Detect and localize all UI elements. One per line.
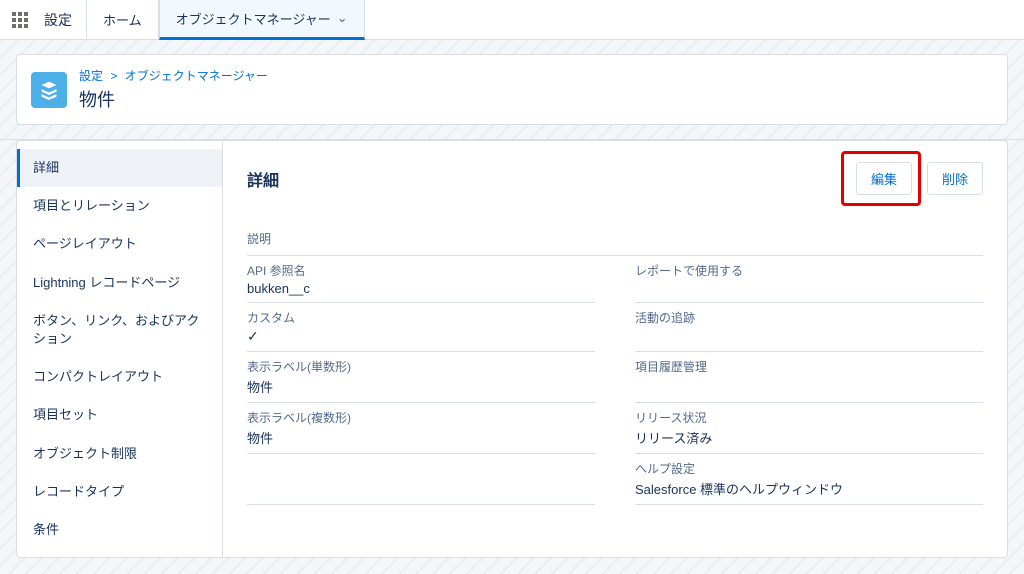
field-track-activities: 活動の追跡	[635, 303, 983, 352]
app-launcher-icon[interactable]	[0, 12, 40, 28]
main-title: 詳細	[247, 167, 279, 191]
sidebar-item-label: オブジェクト制限	[33, 446, 137, 461]
tab-home-label: ホーム	[103, 10, 142, 29]
sidebar-item-label: ボタン、リンク、およびアクション	[33, 313, 199, 346]
field-label: 項目履歴管理	[635, 358, 983, 375]
body-region: 詳細 項目とリレーション ページレイアウト Lightning レコードページ …	[0, 140, 1024, 574]
field-api-name: API 参照名 bukken__c	[247, 256, 595, 303]
field-label: 表示ラベル(複数形)	[247, 409, 595, 426]
field-label: 活動の追跡	[635, 309, 983, 326]
edit-button[interactable]: 編集	[856, 162, 912, 195]
breadcrumb: 設定 > オブジェクトマネージャー	[79, 67, 268, 84]
sidebar-item-label: 項目セット	[33, 407, 98, 422]
delete-button[interactable]: 削除	[927, 162, 983, 195]
tab-home[interactable]: ホーム	[86, 0, 159, 40]
brand-label: 設定	[40, 10, 86, 30]
field-deployment-status: リリース状況 リリース済み	[635, 403, 983, 454]
field-value: Salesforce 標準のヘルプウィンドウ	[635, 479, 983, 498]
field-plural-label: 表示ラベル(複数形) 物件	[247, 403, 595, 454]
field-description: 説明	[247, 224, 983, 256]
empty-cell	[247, 454, 595, 505]
sidebar-item-buttons-links-actions[interactable]: ボタン、リンク、およびアクション	[17, 302, 222, 358]
button-row: 編集 削除	[841, 151, 983, 206]
sidebar-item-label: 項目とリレーション	[33, 198, 150, 213]
field-label: API 参照名	[247, 262, 595, 279]
breadcrumb-root[interactable]: 設定	[79, 69, 103, 83]
field-label: ヘルプ設定	[635, 460, 983, 477]
check-icon: ✓	[247, 328, 595, 345]
detail-grid: 説明 API 参照名 bukken__c レポートで使用する カスタム ✓ 活動…	[247, 224, 983, 505]
sidebar-item-conditions[interactable]: 条件	[17, 511, 222, 549]
sidebar-item-fields[interactable]: 項目とリレーション	[17, 187, 222, 225]
sidebar-item-record-types[interactable]: レコードタイプ	[17, 473, 222, 511]
page-title: 物件	[79, 86, 268, 112]
sidebar-item-details[interactable]: 詳細	[17, 149, 222, 187]
field-help-settings: ヘルプ設定 Salesforce 標準のヘルプウィンドウ	[635, 454, 983, 505]
sidebar-item-object-limits[interactable]: オブジェクト制限	[17, 435, 222, 473]
field-label: 表示ラベル(単数形)	[247, 358, 595, 375]
sidebar-item-page-layouts[interactable]: ページレイアウト	[17, 225, 222, 263]
field-track-field-history: 項目履歴管理	[635, 352, 983, 403]
sidebar-item-field-sets[interactable]: 項目セット	[17, 396, 222, 434]
sidebar-item-label: 詳細	[33, 160, 59, 175]
sidebar: 詳細 項目とリレーション ページレイアウト Lightning レコードページ …	[17, 141, 223, 557]
field-enable-reports: レポートで使用する	[635, 256, 983, 303]
sidebar-item-compact-layouts[interactable]: コンパクトレイアウト	[17, 358, 222, 396]
sidebar-item-lightning-pages[interactable]: Lightning レコードページ	[17, 264, 222, 302]
field-singular-label: 表示ラベル(単数形) 物件	[247, 352, 595, 403]
page-header-region: 設定 > オブジェクトマネージャー 物件	[0, 40, 1024, 140]
field-value: リリース済み	[635, 428, 983, 447]
field-value: 物件	[247, 428, 595, 447]
sidebar-item-label: コンパクトレイアウト	[33, 369, 163, 384]
field-value: bukken__c	[247, 281, 595, 296]
sidebar-item-label: ページレイアウト	[33, 236, 137, 251]
field-label: 説明	[247, 230, 983, 247]
sidebar-item-label: レコードタイプ	[33, 484, 124, 499]
page-header-card: 設定 > オブジェクトマネージャー 物件	[16, 54, 1008, 125]
header-text: 設定 > オブジェクトマネージャー 物件	[79, 67, 268, 112]
tab-object-manager[interactable]: オブジェクトマネージャー ⌄	[159, 0, 365, 40]
breadcrumb-sep: >	[110, 69, 117, 83]
sidebar-item-label: Lightning レコードページ	[33, 275, 180, 290]
breadcrumb-current[interactable]: オブジェクトマネージャー	[125, 69, 268, 83]
content-card: 詳細 項目とリレーション ページレイアウト Lightning レコードページ …	[16, 140, 1008, 558]
main-header: 詳細 編集 削除	[247, 151, 983, 206]
tab-object-manager-label: オブジェクトマネージャー	[176, 9, 331, 28]
edit-highlight-box: 編集	[841, 151, 921, 206]
sidebar-item-label: 条件	[33, 522, 59, 537]
field-label: レポートで使用する	[635, 262, 983, 279]
field-label: リリース状況	[635, 409, 983, 426]
field-custom: カスタム ✓	[247, 303, 595, 352]
main-panel: 詳細 編集 削除 説明 API 参照名 bukken__c	[223, 141, 1007, 557]
chevron-down-icon: ⌄	[337, 10, 348, 26]
field-label: カスタム	[247, 309, 595, 326]
field-value: 物件	[247, 377, 595, 396]
top-nav: 設定 ホーム オブジェクトマネージャー ⌄	[0, 0, 1024, 40]
object-icon	[31, 72, 67, 108]
